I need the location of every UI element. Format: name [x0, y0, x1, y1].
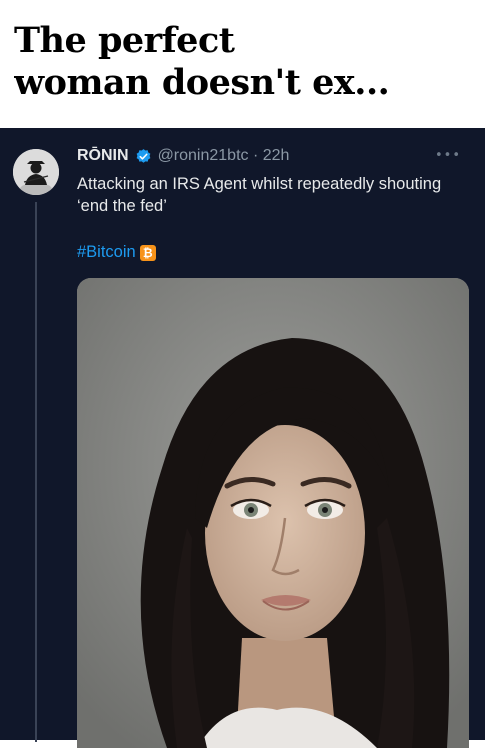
hashtag-row: #Bitcoin ₿ — [77, 243, 156, 262]
mugshot-photo — [77, 278, 469, 748]
tweet-text: Attacking an IRS Agent whilst repeatedly… — [77, 175, 442, 215]
avatar-image — [13, 149, 59, 195]
hashtag-link[interactable]: #Bitcoin — [77, 243, 136, 262]
tweet-header: RŌNIN @ronin21btc · 22h — [77, 146, 289, 166]
tweet-media[interactable] — [77, 278, 469, 748]
caption-line-2: woman doesn't ex... — [14, 62, 390, 103]
more-dots-icon[interactable]: ••• — [435, 148, 461, 163]
verified-badge-icon — [135, 148, 152, 165]
handle-and-time[interactable]: @ronin21btc · 22h — [158, 147, 290, 165]
thread-line — [35, 202, 37, 742]
avatar[interactable] — [13, 149, 59, 195]
meme-caption: The perfect woman doesn't ex... — [14, 20, 479, 104]
tweet-card[interactable]: RŌNIN @ronin21btc · 22h ••• Attacking an… — [0, 128, 485, 748]
display-name[interactable]: RŌNIN — [77, 147, 129, 165]
bitcoin-icon: ₿ — [139, 244, 156, 261]
caption-line-1: The perfect — [14, 20, 235, 61]
